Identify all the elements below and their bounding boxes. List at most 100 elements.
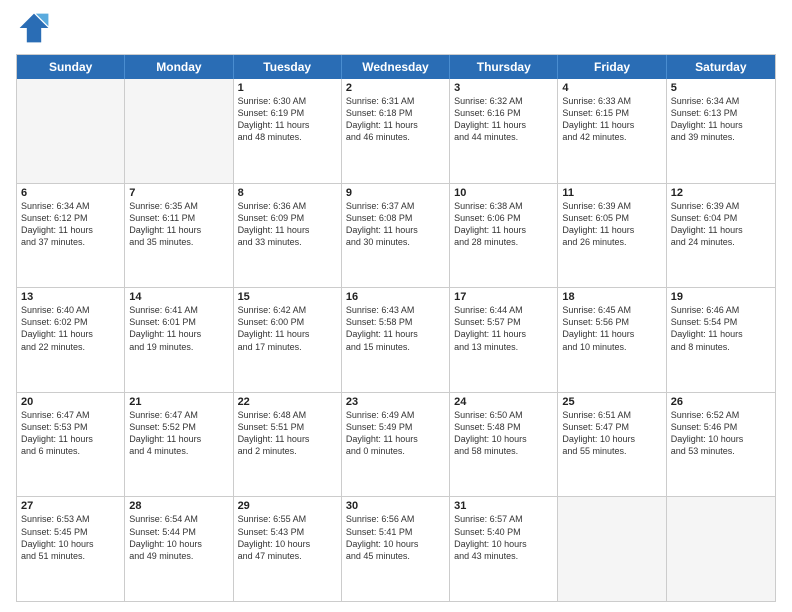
day-detail: Sunrise: 6:56 AM Sunset: 5:41 PM Dayligh… [346, 513, 445, 562]
day-number: 9 [346, 187, 445, 199]
calendar-cell-day-28: 28Sunrise: 6:54 AM Sunset: 5:44 PM Dayli… [125, 497, 233, 601]
calendar-cell-empty [17, 79, 125, 183]
calendar-cell-day-11: 11Sunrise: 6:39 AM Sunset: 6:05 PM Dayli… [558, 184, 666, 288]
day-number: 12 [671, 187, 771, 199]
day-number: 3 [454, 82, 553, 94]
day-number: 23 [346, 396, 445, 408]
day-detail: Sunrise: 6:47 AM Sunset: 5:52 PM Dayligh… [129, 409, 228, 458]
calendar-cell-day-31: 31Sunrise: 6:57 AM Sunset: 5:40 PM Dayli… [450, 497, 558, 601]
calendar-cell-day-4: 4Sunrise: 6:33 AM Sunset: 6:15 PM Daylig… [558, 79, 666, 183]
day-number: 26 [671, 396, 771, 408]
day-number: 1 [238, 82, 337, 94]
page: SundayMondayTuesdayWednesdayThursdayFrid… [0, 0, 792, 612]
calendar-cell-day-2: 2Sunrise: 6:31 AM Sunset: 6:18 PM Daylig… [342, 79, 450, 183]
day-number: 25 [562, 396, 661, 408]
logo [16, 10, 56, 46]
day-detail: Sunrise: 6:52 AM Sunset: 5:46 PM Dayligh… [671, 409, 771, 458]
day-number: 13 [21, 291, 120, 303]
calendar-cell-day-19: 19Sunrise: 6:46 AM Sunset: 5:54 PM Dayli… [667, 288, 775, 392]
calendar-cell-day-13: 13Sunrise: 6:40 AM Sunset: 6:02 PM Dayli… [17, 288, 125, 392]
weekday-header-sunday: Sunday [17, 55, 125, 79]
day-detail: Sunrise: 6:35 AM Sunset: 6:11 PM Dayligh… [129, 200, 228, 249]
day-number: 21 [129, 396, 228, 408]
day-number: 14 [129, 291, 228, 303]
day-detail: Sunrise: 6:37 AM Sunset: 6:08 PM Dayligh… [346, 200, 445, 249]
day-number: 19 [671, 291, 771, 303]
day-number: 20 [21, 396, 120, 408]
calendar-cell-day-25: 25Sunrise: 6:51 AM Sunset: 5:47 PM Dayli… [558, 393, 666, 497]
calendar-row-1: 6Sunrise: 6:34 AM Sunset: 6:12 PM Daylig… [17, 183, 775, 288]
day-detail: Sunrise: 6:40 AM Sunset: 6:02 PM Dayligh… [21, 304, 120, 353]
day-number: 2 [346, 82, 445, 94]
day-number: 5 [671, 82, 771, 94]
calendar-cell-day-17: 17Sunrise: 6:44 AM Sunset: 5:57 PM Dayli… [450, 288, 558, 392]
calendar-cell-day-12: 12Sunrise: 6:39 AM Sunset: 6:04 PM Dayli… [667, 184, 775, 288]
weekday-header-thursday: Thursday [450, 55, 558, 79]
calendar-cell-empty [558, 497, 666, 601]
day-number: 7 [129, 187, 228, 199]
day-detail: Sunrise: 6:31 AM Sunset: 6:18 PM Dayligh… [346, 95, 445, 144]
calendar-row-2: 13Sunrise: 6:40 AM Sunset: 6:02 PM Dayli… [17, 287, 775, 392]
day-detail: Sunrise: 6:34 AM Sunset: 6:13 PM Dayligh… [671, 95, 771, 144]
weekday-header-friday: Friday [558, 55, 666, 79]
calendar-cell-day-5: 5Sunrise: 6:34 AM Sunset: 6:13 PM Daylig… [667, 79, 775, 183]
weekday-header-saturday: Saturday [667, 55, 775, 79]
day-number: 16 [346, 291, 445, 303]
day-detail: Sunrise: 6:32 AM Sunset: 6:16 PM Dayligh… [454, 95, 553, 144]
day-number: 27 [21, 500, 120, 512]
day-number: 10 [454, 187, 553, 199]
calendar-cell-day-30: 30Sunrise: 6:56 AM Sunset: 5:41 PM Dayli… [342, 497, 450, 601]
calendar-cell-day-24: 24Sunrise: 6:50 AM Sunset: 5:48 PM Dayli… [450, 393, 558, 497]
day-number: 31 [454, 500, 553, 512]
day-detail: Sunrise: 6:54 AM Sunset: 5:44 PM Dayligh… [129, 513, 228, 562]
calendar-cell-day-1: 1Sunrise: 6:30 AM Sunset: 6:19 PM Daylig… [234, 79, 342, 183]
calendar-cell-day-8: 8Sunrise: 6:36 AM Sunset: 6:09 PM Daylig… [234, 184, 342, 288]
day-detail: Sunrise: 6:53 AM Sunset: 5:45 PM Dayligh… [21, 513, 120, 562]
calendar-cell-day-27: 27Sunrise: 6:53 AM Sunset: 5:45 PM Dayli… [17, 497, 125, 601]
day-number: 24 [454, 396, 553, 408]
day-number: 15 [238, 291, 337, 303]
day-number: 30 [346, 500, 445, 512]
day-detail: Sunrise: 6:43 AM Sunset: 5:58 PM Dayligh… [346, 304, 445, 353]
day-detail: Sunrise: 6:50 AM Sunset: 5:48 PM Dayligh… [454, 409, 553, 458]
day-number: 11 [562, 187, 661, 199]
calendar-cell-day-26: 26Sunrise: 6:52 AM Sunset: 5:46 PM Dayli… [667, 393, 775, 497]
calendar-body: 1Sunrise: 6:30 AM Sunset: 6:19 PM Daylig… [17, 79, 775, 601]
calendar-cell-day-18: 18Sunrise: 6:45 AM Sunset: 5:56 PM Dayli… [558, 288, 666, 392]
calendar: SundayMondayTuesdayWednesdayThursdayFrid… [16, 54, 776, 602]
day-detail: Sunrise: 6:51 AM Sunset: 5:47 PM Dayligh… [562, 409, 661, 458]
day-number: 6 [21, 187, 120, 199]
calendar-row-3: 20Sunrise: 6:47 AM Sunset: 5:53 PM Dayli… [17, 392, 775, 497]
day-detail: Sunrise: 6:55 AM Sunset: 5:43 PM Dayligh… [238, 513, 337, 562]
day-detail: Sunrise: 6:49 AM Sunset: 5:49 PM Dayligh… [346, 409, 445, 458]
weekday-header-tuesday: Tuesday [234, 55, 342, 79]
day-detail: Sunrise: 6:39 AM Sunset: 6:05 PM Dayligh… [562, 200, 661, 249]
header [16, 10, 776, 46]
day-detail: Sunrise: 6:41 AM Sunset: 6:01 PM Dayligh… [129, 304, 228, 353]
day-detail: Sunrise: 6:47 AM Sunset: 5:53 PM Dayligh… [21, 409, 120, 458]
day-detail: Sunrise: 6:33 AM Sunset: 6:15 PM Dayligh… [562, 95, 661, 144]
calendar-cell-day-10: 10Sunrise: 6:38 AM Sunset: 6:06 PM Dayli… [450, 184, 558, 288]
calendar-cell-day-23: 23Sunrise: 6:49 AM Sunset: 5:49 PM Dayli… [342, 393, 450, 497]
day-detail: Sunrise: 6:42 AM Sunset: 6:00 PM Dayligh… [238, 304, 337, 353]
day-detail: Sunrise: 6:39 AM Sunset: 6:04 PM Dayligh… [671, 200, 771, 249]
day-detail: Sunrise: 6:44 AM Sunset: 5:57 PM Dayligh… [454, 304, 553, 353]
calendar-cell-empty [667, 497, 775, 601]
calendar-cell-day-29: 29Sunrise: 6:55 AM Sunset: 5:43 PM Dayli… [234, 497, 342, 601]
day-number: 22 [238, 396, 337, 408]
calendar-cell-day-3: 3Sunrise: 6:32 AM Sunset: 6:16 PM Daylig… [450, 79, 558, 183]
calendar-row-4: 27Sunrise: 6:53 AM Sunset: 5:45 PM Dayli… [17, 496, 775, 601]
weekday-header-monday: Monday [125, 55, 233, 79]
day-number: 17 [454, 291, 553, 303]
calendar-cell-empty [125, 79, 233, 183]
calendar-cell-day-15: 15Sunrise: 6:42 AM Sunset: 6:00 PM Dayli… [234, 288, 342, 392]
day-detail: Sunrise: 6:38 AM Sunset: 6:06 PM Dayligh… [454, 200, 553, 249]
logo-icon [16, 10, 52, 46]
calendar-header: SundayMondayTuesdayWednesdayThursdayFrid… [17, 55, 775, 79]
calendar-cell-day-6: 6Sunrise: 6:34 AM Sunset: 6:12 PM Daylig… [17, 184, 125, 288]
day-number: 4 [562, 82, 661, 94]
day-detail: Sunrise: 6:57 AM Sunset: 5:40 PM Dayligh… [454, 513, 553, 562]
day-number: 28 [129, 500, 228, 512]
day-detail: Sunrise: 6:36 AM Sunset: 6:09 PM Dayligh… [238, 200, 337, 249]
day-detail: Sunrise: 6:30 AM Sunset: 6:19 PM Dayligh… [238, 95, 337, 144]
